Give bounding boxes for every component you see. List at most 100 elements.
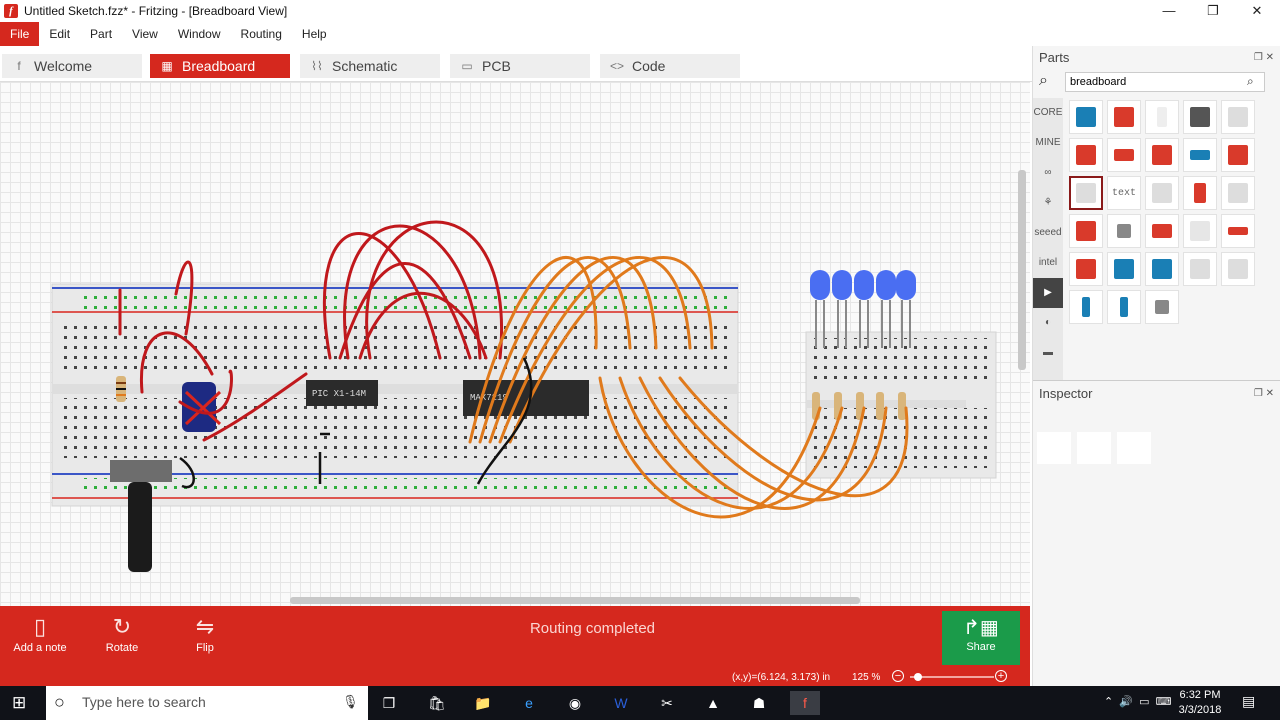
- bin-core[interactable]: CORE: [1033, 98, 1063, 128]
- tab-label: Code: [632, 58, 666, 74]
- tab-label: Schematic: [332, 58, 398, 74]
- max7219-chip-label: MAX7219: [470, 393, 508, 403]
- menu-routing[interactable]: Routing: [231, 22, 292, 46]
- close-button[interactable]: ✕: [1234, 0, 1280, 22]
- taskbar-clock[interactable]: 6:32 PM 3/3/2018: [1172, 688, 1228, 718]
- menu-edit[interactable]: Edit: [39, 22, 80, 46]
- store-icon[interactable]: 🛍: [422, 691, 452, 715]
- part-item[interactable]: [1069, 290, 1103, 324]
- microphone-icon[interactable]: 🎙: [342, 694, 359, 710]
- tab-welcome[interactable]: f Welcome: [2, 54, 142, 78]
- part-item[interactable]: [1145, 176, 1179, 210]
- part-item[interactable]: [1107, 290, 1141, 324]
- note-icon: ▯: [33, 614, 47, 639]
- part-item[interactable]: [1107, 252, 1141, 286]
- zoom-slider-track[interactable]: [910, 676, 994, 678]
- part-item[interactable]: [1221, 176, 1255, 210]
- part-item[interactable]: [1069, 214, 1103, 248]
- bin-arduino[interactable]: ∞: [1033, 158, 1063, 188]
- parts-search-input[interactable]: [1065, 72, 1265, 92]
- minimize-button[interactable]: —: [1146, 0, 1192, 22]
- menu-file[interactable]: File: [0, 22, 40, 46]
- zoom-in-button[interactable]: +: [995, 670, 1007, 682]
- part-item[interactable]: [1183, 138, 1217, 172]
- share-button[interactable]: ↱▦ Share: [942, 611, 1020, 665]
- edge-icon[interactable]: e: [514, 691, 544, 715]
- part-item[interactable]: [1183, 176, 1217, 210]
- word-icon[interactable]: W: [606, 691, 636, 715]
- system-tray[interactable]: ⌃ 🔊 ▭ ⌨: [1104, 695, 1172, 708]
- part-item[interactable]: [1069, 252, 1103, 286]
- zoom-out-button[interactable]: −: [892, 670, 904, 682]
- search-icon[interactable]: ⌕: [1039, 72, 1048, 90]
- part-item[interactable]: [1221, 252, 1255, 286]
- part-item[interactable]: [1221, 138, 1255, 172]
- search-submit-icon[interactable]: ⌕: [1247, 74, 1254, 89]
- task-view-icon[interactable]: ❐: [374, 691, 404, 715]
- inspector-panel-controls[interactable]: ❐ ✕: [1254, 388, 1274, 399]
- part-item[interactable]: text: [1107, 176, 1141, 210]
- game-icon[interactable]: ☗: [744, 691, 774, 715]
- windows-start-icon[interactable]: ⊞: [12, 693, 26, 713]
- part-item[interactable]: [1069, 138, 1103, 172]
- tab-code[interactable]: <> Code: [600, 54, 740, 78]
- rotate-button[interactable]: ↻ Rotate: [82, 612, 162, 654]
- tool-icon[interactable]: ✂: [652, 691, 682, 715]
- menu-window[interactable]: Window: [168, 22, 231, 46]
- bin-more[interactable]: ▬: [1033, 338, 1063, 368]
- routing-status: Routing completed: [529, 620, 656, 637]
- flip-button[interactable]: ⇋ Flip: [165, 612, 245, 654]
- parts-panel-controls[interactable]: ❐ ✕: [1254, 52, 1274, 63]
- vertical-scrollbar[interactable]: [1018, 170, 1026, 370]
- bin-seeed[interactable]: seeed: [1033, 218, 1063, 248]
- taskbar-search-box[interactable]: ○ Type here to search 🎙: [46, 686, 368, 720]
- part-item[interactable]: [1145, 138, 1179, 172]
- bin-intel[interactable]: intel: [1033, 248, 1063, 278]
- maximize-button[interactable]: ❐: [1190, 0, 1236, 22]
- bin-mine[interactable]: MINE: [1033, 128, 1063, 158]
- part-item-selected[interactable]: [1069, 176, 1103, 210]
- bin-temp[interactable]: ◐: [1033, 308, 1063, 338]
- potentiometer[interactable]: [110, 460, 172, 572]
- tab-pcb[interactable]: ▭ PCB: [450, 54, 590, 78]
- fritzing-taskbar-icon[interactable]: f: [790, 691, 820, 715]
- share-label: Share: [966, 641, 996, 653]
- chrome-icon[interactable]: ◉: [560, 691, 590, 715]
- part-item[interactable]: [1107, 100, 1141, 134]
- menu-part[interactable]: Part: [80, 22, 122, 46]
- photos-icon[interactable]: ▲: [698, 691, 728, 715]
- add-note-button[interactable]: ▯ Add a note: [0, 612, 80, 654]
- part-item[interactable]: [1107, 138, 1141, 172]
- breadboard-drawing[interactable]: PIC X1-14M MAX7219: [0, 82, 1030, 606]
- tab-label: PCB: [482, 58, 511, 74]
- part-item[interactable]: [1183, 252, 1217, 286]
- part-item[interactable]: [1221, 100, 1255, 134]
- part-item[interactable]: [1183, 100, 1217, 134]
- menu-view[interactable]: View: [122, 22, 168, 46]
- part-item[interactable]: [1145, 290, 1179, 324]
- part-item[interactable]: [1145, 214, 1179, 248]
- part-item[interactable]: [1145, 252, 1179, 286]
- right-dock: Parts ❐ ✕ ⌕ ⌕ CORE MINE ∞ ⚘ seeed intel …: [1032, 46, 1280, 686]
- breadboard-canvas[interactable]: PIC X1-14M MAX7219: [0, 82, 1030, 606]
- resistor[interactable]: [116, 376, 126, 402]
- menu-help[interactable]: Help: [292, 22, 337, 46]
- part-item[interactable]: [1183, 214, 1217, 248]
- pic-chip[interactable]: PIC X1-14M: [306, 380, 378, 406]
- tab-schematic[interactable]: ⌇⌇ Schematic: [300, 54, 440, 78]
- zoom-slider-handle[interactable]: [914, 673, 922, 681]
- bin-contrib[interactable]: ⚘: [1033, 188, 1063, 218]
- zoom-level: 125 %: [852, 672, 881, 683]
- rotate-icon: ↻: [112, 614, 132, 639]
- bin-search[interactable]: ▶: [1033, 278, 1063, 308]
- code-icon: <>: [609, 59, 624, 73]
- part-item[interactable]: [1221, 214, 1255, 248]
- horizontal-scrollbar[interactable]: [290, 597, 860, 604]
- part-item[interactable]: [1107, 214, 1141, 248]
- part-item[interactable]: [1145, 100, 1179, 134]
- file-explorer-icon[interactable]: 📁: [468, 691, 498, 715]
- part-item[interactable]: [1069, 100, 1103, 134]
- action-center-icon[interactable]: ▤: [1242, 693, 1255, 710]
- tab-breadboard[interactable]: ▦ Breadboard: [150, 54, 290, 78]
- view-tab-strip: f Welcome ▦ Breadboard ⌇⌇ Schematic ▭ PC…: [0, 50, 1032, 82]
